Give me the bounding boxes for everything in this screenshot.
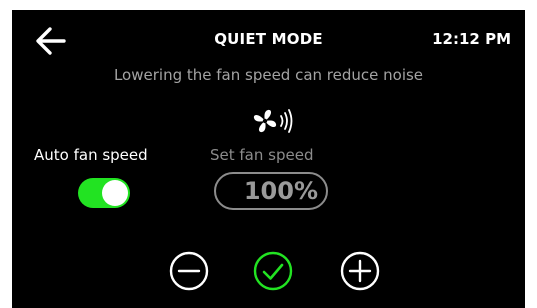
clock: 12:12 PM — [432, 30, 511, 48]
check-circle-icon — [253, 251, 293, 291]
fan-sound-icon — [252, 107, 298, 135]
increase-button[interactable] — [339, 250, 381, 292]
toggle-knob — [102, 180, 128, 206]
set-fan-speed-label: Set fan speed — [210, 146, 314, 164]
fan-speed-field: 100% — [214, 172, 328, 210]
description-text: Lowering the fan speed can reduce noise — [113, 66, 424, 84]
fan-speed-value: 100% — [243, 177, 318, 205]
decrease-button[interactable] — [168, 250, 210, 292]
quiet-mode-screen: QUIET MODE 12:12 PM Lowering the fan spe… — [12, 10, 525, 308]
minus-circle-icon — [169, 251, 209, 291]
confirm-button[interactable] — [252, 250, 294, 292]
plus-circle-icon — [340, 251, 380, 291]
auto-fan-speed-label: Auto fan speed — [34, 146, 148, 164]
auto-fan-speed-toggle[interactable] — [78, 178, 130, 208]
